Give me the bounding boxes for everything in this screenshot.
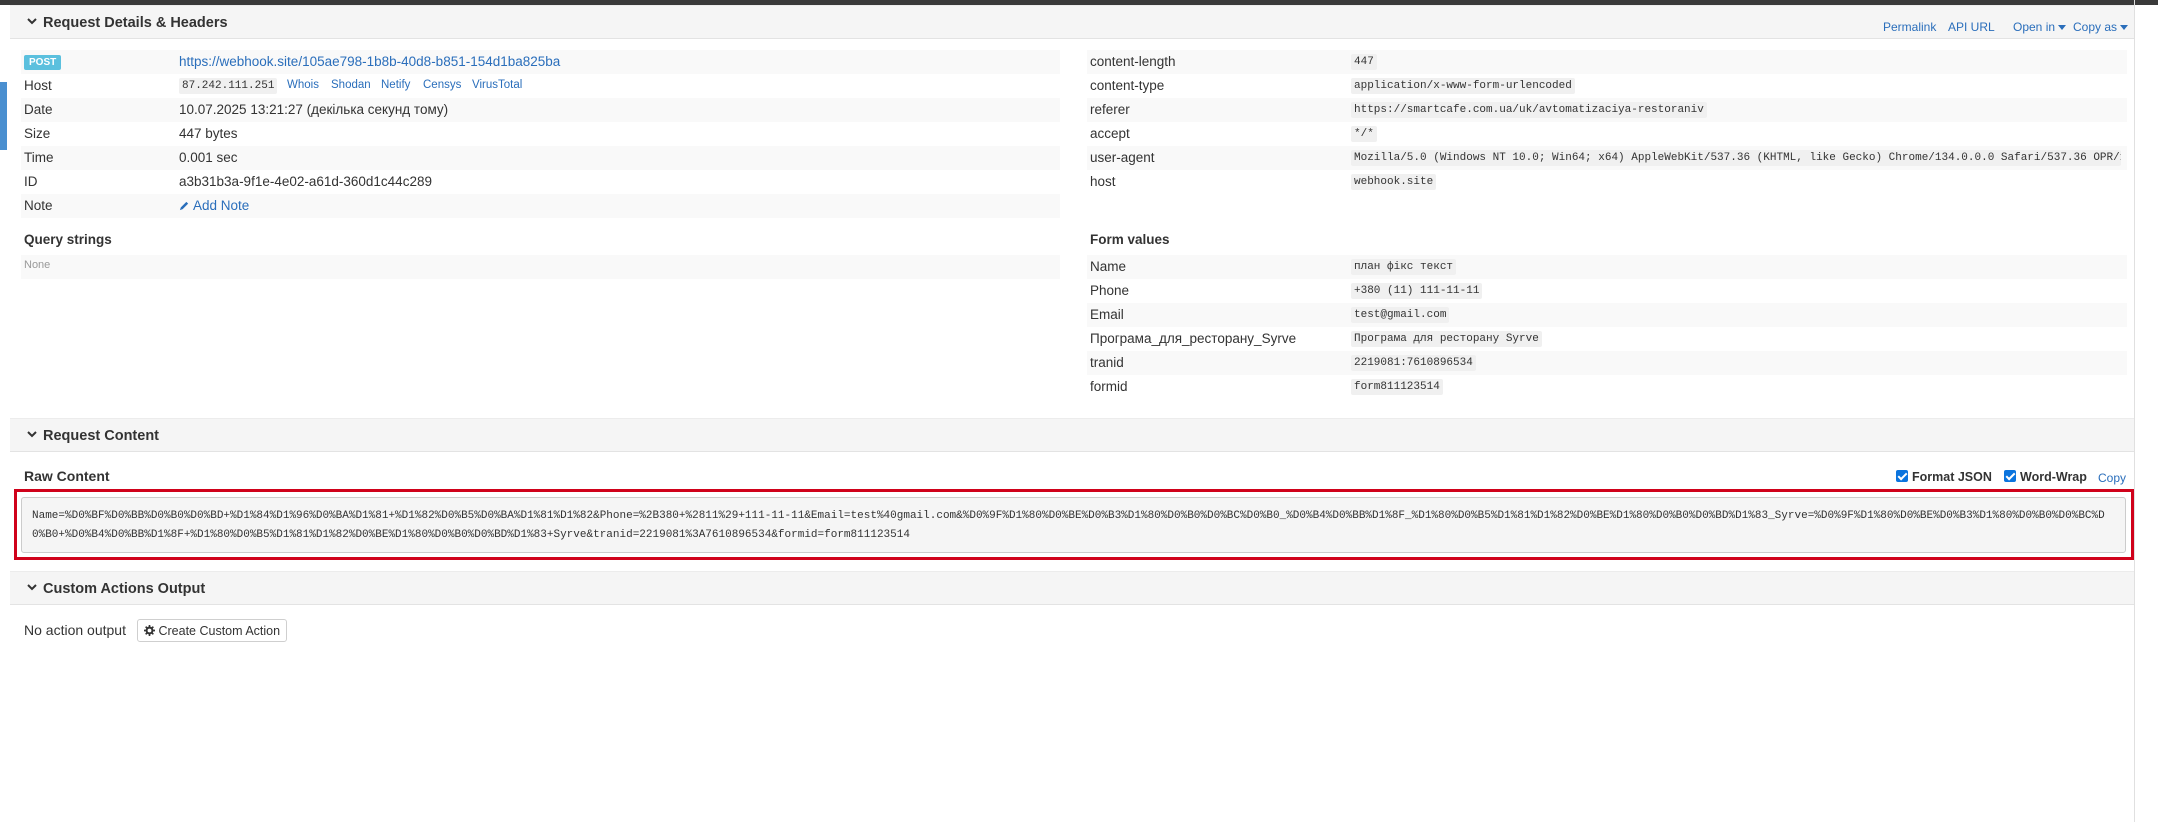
highlight-outline: [14, 489, 2134, 560]
method-badge: POST: [24, 55, 62, 70]
form-field-value: form811123514: [1351, 379, 1443, 395]
api-url-link[interactable]: API URL: [1948, 20, 1995, 34]
note-label: Note: [24, 198, 53, 213]
table-row: Host 87.242.111.251 Whois Shodan Netify …: [21, 74, 1060, 98]
panel-header-details[interactable]: Request Details & Headers Permalink API …: [10, 5, 2134, 39]
add-note-label: Add Note: [193, 198, 250, 213]
format-json-label[interactable]: Format JSON: [1912, 470, 1992, 484]
left-accent-bar: [0, 82, 7, 150]
table-row: user-agent Mozilla/5.0 (Windows NT 10.0;…: [1087, 146, 2127, 170]
table-row: content-length 447: [1087, 50, 2127, 74]
raw-content-title: Raw Content: [24, 468, 110, 484]
form-field-value: +380 (11) 111-11-11: [1351, 283, 1483, 299]
header-name: content-type: [1090, 78, 1165, 93]
header-name: referer: [1090, 102, 1130, 117]
whois-link[interactable]: Whois: [287, 79, 319, 91]
panel-title-details: Request Details & Headers: [43, 15, 228, 31]
table-row: ID a3b31b3a-9f1e-4e02-a61d-360d1c44c289: [21, 170, 1060, 194]
size-label: Size: [24, 126, 51, 141]
table-row: accept */*: [1087, 122, 2127, 146]
table-row: referer https://smartcafe.com.ua/uk/avto…: [1087, 98, 2127, 122]
chevron-down-icon: [27, 18, 37, 25]
shodan-link[interactable]: Shodan: [331, 79, 371, 91]
form-values-title: Form values: [1090, 232, 1170, 247]
table-row: Time 0.001 sec: [21, 146, 1060, 170]
chevron-down-icon: [27, 584, 37, 591]
form-field-value: test@gmail.com: [1351, 307, 1450, 323]
permalink-link[interactable]: Permalink: [1883, 20, 1936, 34]
form-field-name: Name: [1090, 259, 1127, 274]
right-divider: [2134, 0, 2135, 822]
header-value: application/x-www-form-urlencoded: [1351, 78, 1575, 94]
panel-title-content: Request Content: [43, 428, 159, 444]
header-name: content-length: [1090, 54, 1176, 69]
table-row: Size 447 bytes: [21, 122, 1060, 146]
id-value: a3b31b3a-9f1e-4e02-a61d-360d1c44c289: [179, 174, 432, 189]
header-value: webhook.site: [1351, 174, 1437, 190]
table-row: Date 10.07.2025 13:21:27 (декілька секун…: [21, 98, 1060, 122]
word-wrap-label[interactable]: Word-Wrap: [2020, 470, 2087, 484]
query-strings-row: None: [21, 255, 1060, 279]
header-value: */*: [1351, 126, 1377, 142]
form-field-name: Email: [1090, 307, 1124, 322]
open-in-dropdown[interactable]: Open in: [2013, 20, 2067, 34]
table-row: formid form811123514: [1087, 375, 2127, 399]
table-row: tranid 2219081:7610896534: [1087, 351, 2127, 375]
copy-raw-link[interactable]: Copy: [2098, 471, 2126, 485]
table-row: POST https://webhook.site/105ae798-1b8b-…: [21, 50, 1060, 74]
gear-icon: [144, 625, 155, 636]
open-in-label: Open in: [2013, 20, 2056, 34]
table-row: Phone +380 (11) 111-11-11: [1087, 279, 2127, 303]
table-row: Email test@gmail.com: [1087, 303, 2127, 327]
header-name: accept: [1090, 126, 1130, 141]
chevron-down-icon: [27, 431, 37, 438]
censys-link[interactable]: Censys: [423, 79, 461, 91]
form-field-value: 2219081:7610896534: [1351, 355, 1476, 371]
id-label: ID: [24, 174, 38, 189]
form-field-name: Програма_для_ресторану_Syrve: [1090, 331, 1297, 346]
header-name: user-agent: [1090, 150, 1155, 165]
table-row: Note Add Note: [21, 194, 1060, 218]
size-value: 447 bytes: [179, 126, 238, 141]
form-field-name: Phone: [1090, 283, 1130, 298]
host-label: Host: [24, 78, 52, 93]
create-custom-action-label: Create Custom Action: [158, 624, 281, 638]
table-row: host webhook.site: [1087, 170, 2127, 194]
table-row: Name план фікс текст: [1087, 255, 2127, 279]
format-json-checkbox[interactable]: [1896, 470, 1908, 482]
form-field-value: план фікс текст: [1351, 259, 1457, 275]
request-url-link[interactable]: https://webhook.site/105ae798-1b8b-40d8-…: [179, 54, 560, 69]
table-row: Програма_для_ресторану_Syrve Програма дл…: [1087, 327, 2127, 351]
caret-down-icon: [2120, 25, 2129, 31]
panel-header-content[interactable]: Request Content: [10, 418, 2134, 452]
form-field-name: tranid: [1090, 355, 1124, 370]
virustotal-link[interactable]: VirusTotal: [472, 79, 522, 91]
caret-down-icon: [2058, 25, 2067, 31]
create-custom-action-button[interactable]: Create Custom Action: [137, 619, 288, 642]
time-value: 0.001 sec: [179, 150, 238, 165]
add-note-button[interactable]: Add Note: [179, 198, 249, 213]
no-action-output-text: No action output: [24, 622, 126, 638]
query-strings-title: Query strings: [24, 232, 112, 247]
copy-as-label: Copy as: [2073, 20, 2118, 34]
date-label: Date: [24, 102, 53, 117]
table-row: content-type application/x-www-form-urle…: [1087, 74, 2127, 98]
date-value: 10.07.2025 13:21:27 (декілька секунд том…: [179, 102, 449, 117]
time-label: Time: [24, 150, 54, 165]
panel-header-actions[interactable]: Custom Actions Output: [10, 571, 2134, 605]
netify-link[interactable]: Netify: [381, 79, 410, 91]
header-value: https://smartcafe.com.ua/uk/avtomatizaci…: [1351, 102, 1707, 118]
form-field-name: formid: [1090, 379, 1128, 394]
header-value: Mozilla/5.0 (Windows NT 10.0; Win64; x64…: [1351, 150, 2121, 166]
panel-title-actions: Custom Actions Output: [43, 581, 206, 597]
form-field-value: Програма для ресторану Syrve: [1351, 331, 1542, 347]
header-value: 447: [1351, 54, 1377, 70]
copy-as-dropdown[interactable]: Copy as: [2073, 20, 2129, 34]
query-strings-empty: None: [24, 259, 51, 271]
host-ip: 87.242.111.251: [179, 78, 278, 94]
word-wrap-checkbox[interactable]: [2004, 470, 2016, 482]
header-name: host: [1090, 174, 1116, 189]
pencil-icon: [179, 201, 189, 211]
